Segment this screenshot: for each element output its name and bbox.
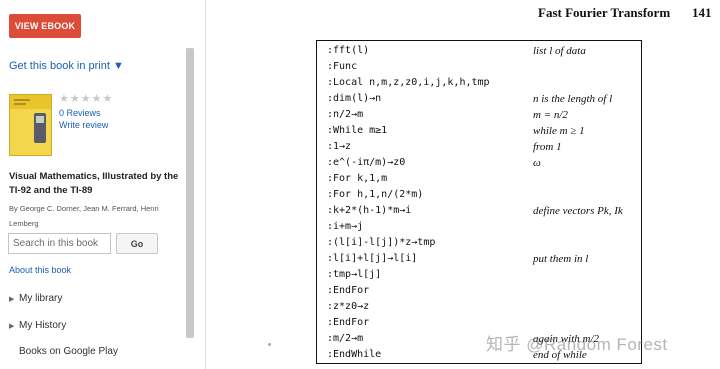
code-text: :EndWhile xyxy=(327,349,382,360)
nav-my-library[interactable]: ▶ My library xyxy=(9,293,62,304)
code-text: :i+m→j xyxy=(327,221,364,232)
code-line: :tmp→l[j] xyxy=(317,267,641,283)
code-comment: m = n/2 xyxy=(533,109,568,121)
code-line: :Func xyxy=(317,59,641,75)
code-text: :(l[i]-l[j])*z→tmp xyxy=(327,237,436,248)
scan-speck xyxy=(268,343,271,346)
code-line: :Local n,m,z,z0,i,j,k,h,tmp xyxy=(317,75,641,91)
code-text: :For k,1,m xyxy=(327,173,388,184)
book-authors: By George C. Dorner, Jean M. Ferrard, He… xyxy=(9,204,159,228)
sidebar-scrollbar-thumb[interactable] xyxy=(186,48,194,338)
about-book-link[interactable]: About this book xyxy=(9,265,71,275)
code-text: :z*z0→z xyxy=(327,301,370,312)
code-comment: define vectors Pk, Ik xyxy=(533,205,623,217)
code-text: :n/2→m xyxy=(327,109,364,120)
code-comment: list l of data xyxy=(533,45,586,57)
code-text: :k+2*(h-1)*m→i xyxy=(327,205,412,216)
code-comment: put them in l xyxy=(533,253,589,265)
code-line: :z*z0→z xyxy=(317,299,641,315)
view-ebook-button[interactable]: VIEW EBOOK xyxy=(9,14,81,38)
code-line: :EndFor xyxy=(317,315,641,331)
reviews-link[interactable]: 0 Reviews xyxy=(59,108,101,118)
code-text: :tmp→l[j] xyxy=(327,269,382,280)
nav-my-library-label: My library xyxy=(19,293,63,304)
code-line: :EndFor xyxy=(317,283,641,299)
book-cover-image[interactable] xyxy=(9,94,52,156)
nav-books-on-google-play[interactable]: Books on Google Play xyxy=(9,346,118,357)
code-text: :While m≥1 xyxy=(327,125,388,136)
caret-right-icon: ▶ xyxy=(9,295,15,303)
code-line: :e^(-iπ/m)→z0 ω xyxy=(317,155,641,171)
code-line: :fft(l) list l of data xyxy=(317,43,641,59)
code-line: :n/2→m m = n/2 xyxy=(317,107,641,123)
code-text: :EndFor xyxy=(327,285,370,296)
code-text: :dim(l)→n xyxy=(327,93,382,104)
code-line: :While m≥1 while m ≥ 1 xyxy=(317,123,641,139)
watermark: 知乎 @Random Forest xyxy=(486,335,668,354)
code-comment: n is the length of l xyxy=(533,93,613,105)
code-text: :fft(l) xyxy=(327,45,370,56)
sidebar: VIEW EBOOK Get this book in print ▼ ★★★★… xyxy=(0,0,205,369)
nav-my-history[interactable]: ▶ My History xyxy=(9,320,66,331)
write-review-link[interactable]: Write review xyxy=(59,120,108,130)
search-go-button[interactable]: Go xyxy=(116,233,158,254)
code-comment: while m ≥ 1 xyxy=(533,125,585,137)
code-text: :m/2→m xyxy=(327,333,364,344)
code-text: :EndFor xyxy=(327,317,370,328)
rating-stars[interactable]: ★★★★★ xyxy=(59,92,113,105)
code-text: :e^(-iπ/m)→z0 xyxy=(327,157,406,168)
book-title: Visual Mathematics, Illustrated by the T… xyxy=(9,171,179,196)
get-book-in-print-link[interactable]: Get this book in print ▼ xyxy=(9,60,124,72)
page-header-title: Fast Fourier Transform xyxy=(538,5,671,20)
code-text: :Local n,m,z,z0,i,j,k,h,tmp xyxy=(327,77,490,88)
code-line: :k+2*(h-1)*m→i define vectors Pk, Ik xyxy=(317,203,641,219)
code-text: :l[i]+l[j]→l[i] xyxy=(327,253,418,264)
code-line: :For h,1,n/(2*m) xyxy=(317,187,641,203)
code-listing-box: :fft(l) list l of data :Func :Local n,m,z,z… xyxy=(316,40,642,364)
page-number: 141 xyxy=(692,5,712,20)
caret-right-icon: ▶ xyxy=(9,322,15,330)
code-text: :Func xyxy=(327,61,358,72)
code-line: :i+m→j xyxy=(317,219,641,235)
code-comment: from 1 xyxy=(533,141,562,153)
search-in-book-input[interactable] xyxy=(8,233,111,254)
code-comment: ω xyxy=(533,157,541,169)
nav-my-history-label: My History xyxy=(19,320,67,331)
code-line: :dim(l)→n n is the length of l xyxy=(317,91,641,107)
code-line: :(l[i]-l[j])*z→tmp xyxy=(317,235,641,251)
code-text: :1→z xyxy=(327,141,352,152)
code-text: :For h,1,n/(2*m) xyxy=(327,189,424,200)
sidebar-divider xyxy=(205,0,206,369)
code-line: :For k,1,m xyxy=(317,171,641,187)
nav-books-on-google-play-label: Books on Google Play xyxy=(19,346,118,357)
code-line: :1→z from 1 xyxy=(317,139,641,155)
code-line: :l[i]+l[j]→l[i] put them in l xyxy=(317,251,641,267)
